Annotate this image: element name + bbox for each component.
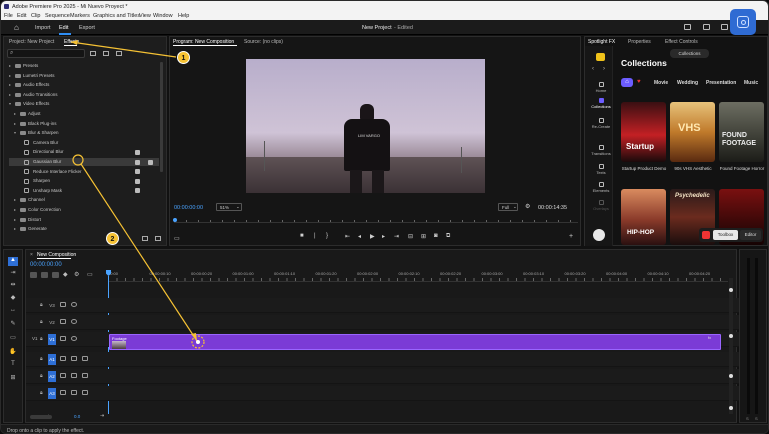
callout-1-arrow bbox=[70, 41, 177, 58]
app-window: Adobe Premiere Pro 2025 - Mi Nuevo Proye… bbox=[0, 0, 769, 434]
drop-target-dot bbox=[196, 340, 200, 344]
callout-2-arrow bbox=[80, 163, 198, 342]
callout-2-arrowhead bbox=[191, 333, 197, 341]
callout-1-arrowhead bbox=[71, 40, 78, 45]
callout-arrows bbox=[70, 40, 205, 349]
callout-2-badge: 2 bbox=[106, 232, 119, 245]
callout-1-badge: 1 bbox=[177, 51, 190, 64]
drag-source-marker bbox=[72, 154, 84, 166]
